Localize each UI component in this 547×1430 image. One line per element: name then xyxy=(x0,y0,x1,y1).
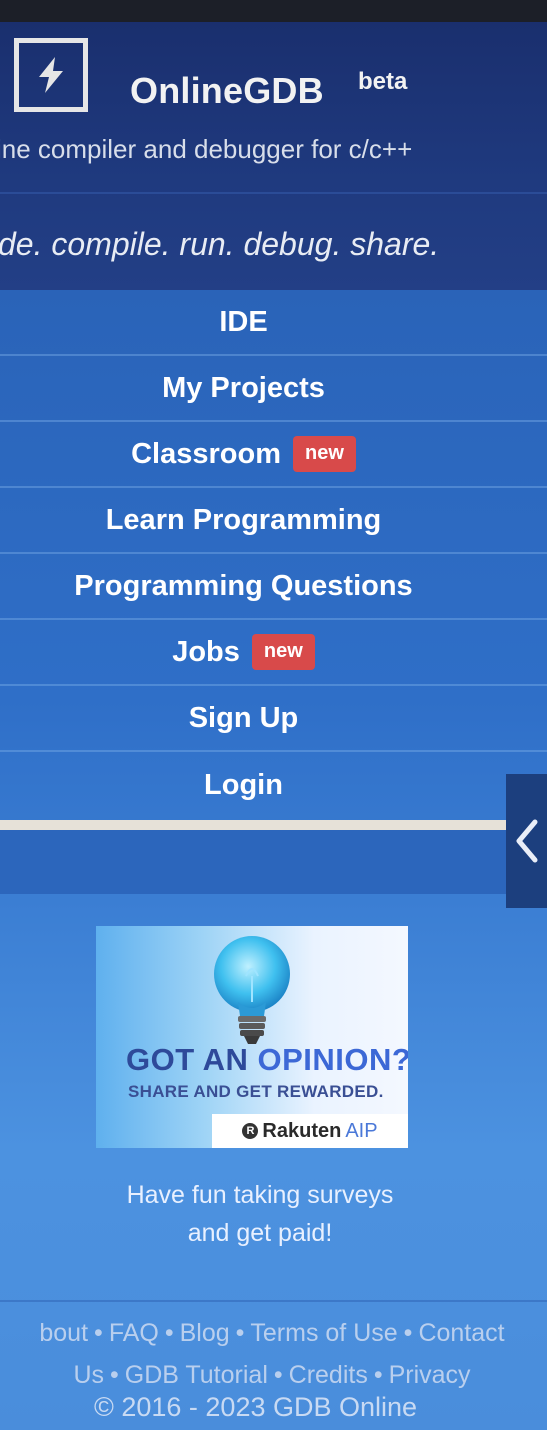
nav-item-ide[interactable]: IDE xyxy=(0,290,547,356)
nav-item-classroom[interactable]: Classroom new xyxy=(0,422,547,488)
logo[interactable] xyxy=(14,38,88,112)
header: OnlineGDB beta ine compiler and debugger… xyxy=(0,22,547,290)
footer-link-contact[interactable]: Contact xyxy=(418,1319,504,1347)
nav-bottom-band xyxy=(0,830,547,894)
ad-brand-name: Rakuten xyxy=(262,1119,342,1142)
collapse-sidebar-button[interactable] xyxy=(506,774,547,908)
footer-link-contact-us[interactable]: Us xyxy=(73,1361,104,1389)
promo-text[interactable]: Have fun taking surveys and get paid! xyxy=(60,1176,460,1252)
nav-item-my-projects[interactable]: My Projects xyxy=(0,356,547,422)
lightbulb-icon xyxy=(214,936,290,1044)
ad-brand: R Rakuten AIP xyxy=(212,1114,408,1148)
nav-item-label: My Projects xyxy=(162,371,325,404)
nav-item-jobs[interactable]: Jobs new xyxy=(0,620,547,686)
footer-divider xyxy=(0,1300,547,1302)
footer-link-privacy[interactable]: Privacy xyxy=(389,1361,471,1389)
new-badge: new xyxy=(251,634,315,670)
nav-item-sign-up[interactable]: Sign Up xyxy=(0,686,547,752)
footer-separator: • xyxy=(235,1319,245,1347)
nav-item-label: Login xyxy=(204,768,283,801)
footer-separator: • xyxy=(94,1319,103,1347)
top-strip xyxy=(0,0,547,22)
footer-links: bout • FAQ • Blog • Terms of Use • Contact Us • GD… xyxy=(0,1312,547,1396)
nav-item-label: Programming Questions xyxy=(74,569,413,602)
tagline: ine compiler and debugger for c/c++ xyxy=(0,134,413,164)
ad-title: GOT AN OPINION? xyxy=(126,1042,408,1078)
nav-item-login[interactable]: Login xyxy=(0,752,547,818)
nav-separator xyxy=(0,820,508,830)
nav-item-label: Learn Programming xyxy=(105,503,382,536)
promo-line1: Have fun taking surveys xyxy=(126,1181,394,1209)
nav-item-learn-programming[interactable]: Learn Programming xyxy=(0,488,547,554)
footer-link-blog[interactable]: Blog xyxy=(180,1319,230,1347)
footer-link-about[interactable]: bout xyxy=(39,1319,88,1347)
nav-item-label: IDE xyxy=(219,305,268,338)
header-divider xyxy=(0,192,547,194)
nav-menu: IDE My Projects Classroom new Learn Prog… xyxy=(0,290,547,818)
ad-title-part1: GOT AN xyxy=(126,1042,258,1077)
footer-row-1: bout • FAQ • Blog • Terms of Use • Contact xyxy=(0,1312,547,1354)
footer-separator: • xyxy=(110,1361,119,1389)
footer-separator: • xyxy=(273,1361,283,1389)
new-badge: new xyxy=(292,436,356,472)
ad-subtitle: SHARE AND GET REWARDED. xyxy=(128,1082,384,1101)
copyright: © 2016 - 2023 GDB Online xyxy=(93,1392,418,1422)
motto: de. compile. run. debug. share. xyxy=(0,226,440,262)
chevron-left-icon xyxy=(516,819,537,863)
bolt-icon xyxy=(39,57,63,93)
footer-separator: • xyxy=(164,1319,174,1347)
nav-item-label: Classroom xyxy=(131,437,281,470)
brand-title[interactable]: OnlineGDB xyxy=(130,70,324,112)
footer-link-gdb-tutorial[interactable]: GDB Tutorial xyxy=(125,1361,268,1389)
footer-link-terms[interactable]: Terms of Use xyxy=(250,1319,397,1347)
footer-row-2: Us • GDB Tutorial • Credits • Privacy xyxy=(0,1354,547,1396)
nav-item-programming-questions[interactable]: Programming Questions xyxy=(0,554,547,620)
ad-banner[interactable]: GOT AN OPINION? SHARE AND GET REWARDED. … xyxy=(96,926,408,1148)
footer-link-credits[interactable]: Credits xyxy=(289,1361,368,1389)
nav-item-label: Sign Up xyxy=(188,701,299,734)
footer-separator: • xyxy=(403,1319,413,1347)
footer-separator: • xyxy=(373,1361,383,1389)
ad-title-part2: OPINION? xyxy=(257,1042,408,1077)
ad-brand-sub: AIP xyxy=(345,1119,378,1142)
footer-link-faq[interactable]: FAQ xyxy=(109,1319,159,1347)
promo-line2: and get paid! xyxy=(187,1219,333,1247)
beta-label: beta xyxy=(358,68,408,95)
sidebar: OnlineGDB beta ine compiler and debugger… xyxy=(0,0,547,1430)
rakuten-logo-icon: R xyxy=(242,1123,259,1139)
nav-item-label: Jobs xyxy=(172,635,240,668)
